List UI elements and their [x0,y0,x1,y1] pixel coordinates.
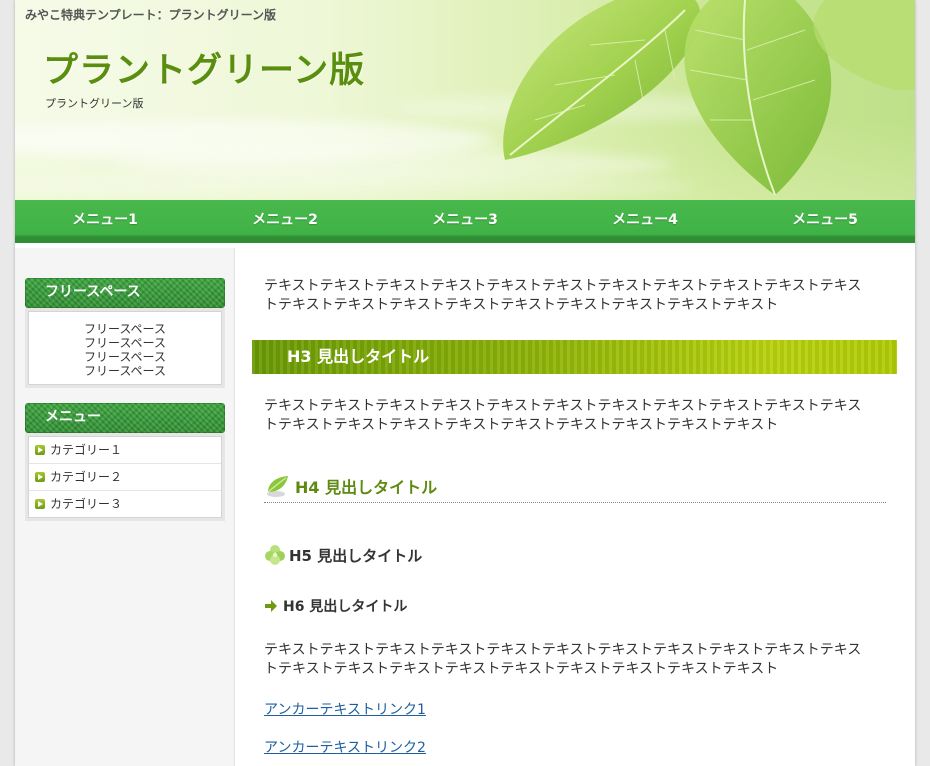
nav-item-menu1[interactable]: メニュー1 [15,200,195,236]
arrow-bullet-icon [35,472,45,482]
nav-item-menu3[interactable]: メニュー3 [375,200,555,236]
menu-box: メニュー カテゴリー１ カテゴリー２ カテゴリー３ [25,403,225,521]
h6-heading: H6 見出しタイトル [264,596,407,616]
clover-icon [265,545,285,565]
page: みやこ特典テンプレート：プラントグリーン版 プラントグリーン版 プラントグリーン… [15,0,915,766]
category-label: カテゴリー１ [50,443,123,457]
site-tagline: みやこ特典テンプレート：プラントグリーン版 [25,8,277,22]
free-space-box: フリースペース フリースペース フリースペース フリースペース フリースペース [25,278,225,388]
leaf-icon [267,476,288,497]
global-nav: メニュー1 メニュー2 メニュー3 メニュー4 メニュー5 [15,200,915,243]
h4-heading: H4 見出しタイトル [264,470,886,503]
category-list: カテゴリー１ カテゴリー２ カテゴリー３ [28,436,222,518]
free-space-line: フリースペース [84,336,166,350]
h5-heading: H5 見出しタイトル [264,544,422,566]
menu-heading: メニュー [25,403,225,433]
anchor-link-2[interactable]: アンカーテキストリンク2 [264,737,426,757]
h3-heading: H3 見出しタイトル [252,340,897,374]
category-item-1[interactable]: カテゴリー１ [29,437,221,464]
leaves-image [503,0,915,196]
body-text: テキストテキストテキストテキストテキストテキストテキストテキストテキストテキスト… [264,642,862,677]
body-text: テキストテキストテキストテキストテキストテキストテキストテキストテキストテキスト… [264,278,862,313]
category-label: カテゴリー３ [50,497,123,511]
free-space-heading: フリースペース [25,278,225,308]
anchor-link-1[interactable]: アンカーテキストリンク1 [264,699,426,719]
nav-item-menu2[interactable]: メニュー2 [195,200,375,236]
free-space-line: フリースペース [84,322,166,336]
body-text: テキストテキストテキストテキストテキストテキストテキストテキストテキストテキスト… [264,398,862,433]
category-item-3[interactable]: カテゴリー３ [29,491,221,517]
nav-item-menu4[interactable]: メニュー4 [555,200,735,236]
arrow-bullet-icon [35,445,45,455]
free-space-line: フリースペース [84,350,166,364]
category-item-2[interactable]: カテゴリー２ [29,464,221,491]
h4-heading-text: H4 見出しタイトル [295,478,438,497]
free-space-line: フリースペース [84,364,166,378]
arrow-right-icon [265,600,277,612]
site-title[interactable]: プラントグリーン版 [43,42,365,93]
h6-heading-text: H6 見出しタイトル [283,599,408,615]
header-banner: みやこ特典テンプレート：プラントグリーン版 プラントグリーン版 プラントグリーン… [15,0,915,200]
sidebar: フリースペース フリースペース フリースペース フリースペース フリースペース … [15,248,235,766]
arrow-bullet-icon [35,499,45,509]
site-subtitle: プラントグリーン版 [45,97,144,110]
nav-item-menu5[interactable]: メニュー5 [735,200,915,236]
main-content: テキストテキストテキストテキストテキストテキストテキストテキストテキストテキスト… [235,248,915,766]
category-label: カテゴリー２ [50,470,123,484]
h5-heading-text: H5 見出しタイトル [289,546,423,565]
free-space-content: フリースペース フリースペース フリースペース フリースペース [28,311,222,385]
